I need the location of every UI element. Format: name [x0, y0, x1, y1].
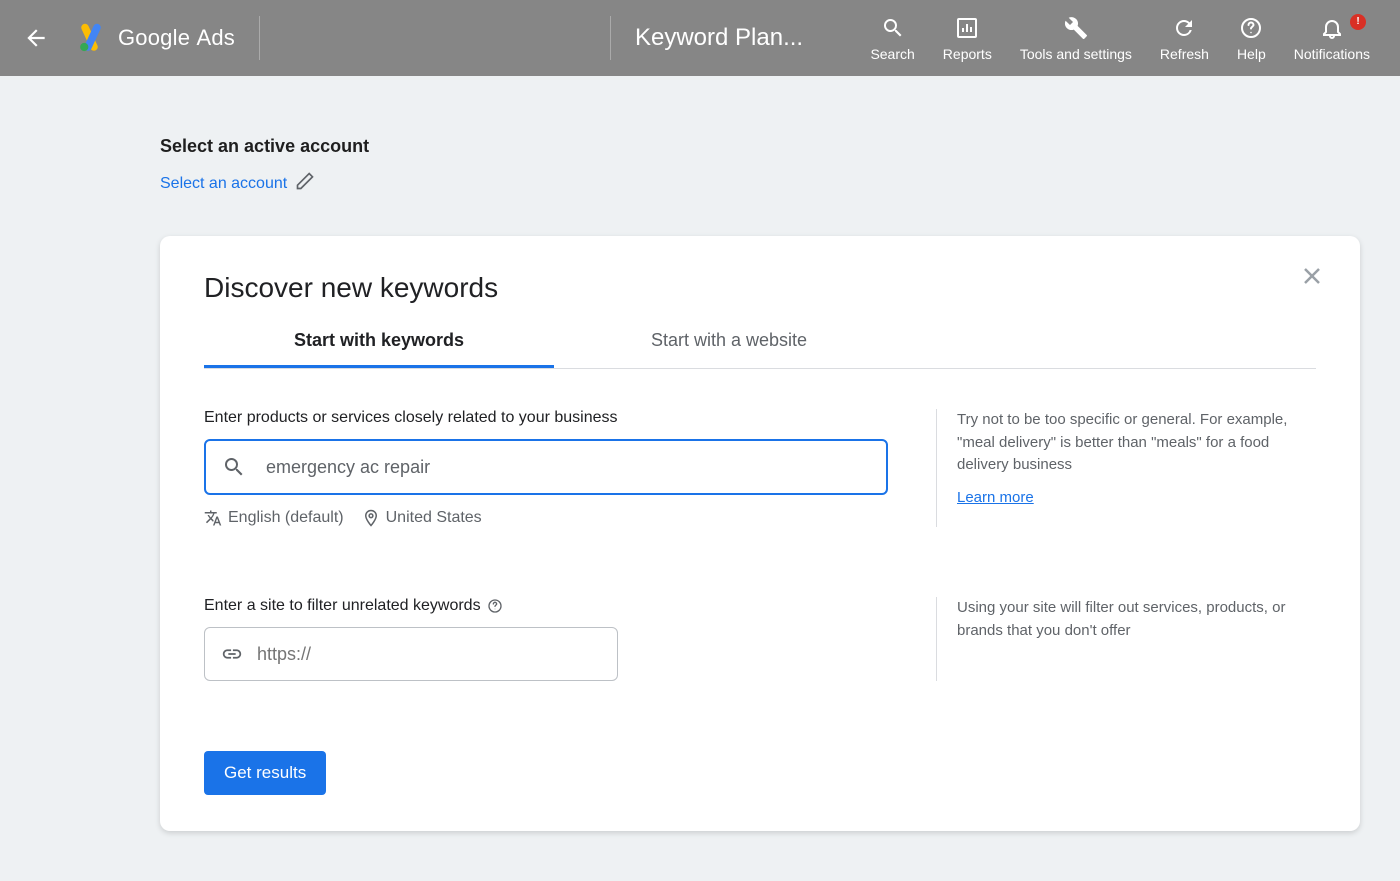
site-section: Enter a site to filter unrelated keyword…	[204, 597, 1316, 681]
edit-account-button[interactable]	[295, 171, 315, 196]
tab-website[interactable]: Start with a website	[554, 316, 904, 368]
header-search[interactable]: Search	[856, 14, 928, 63]
keywords-label: Enter products or services closely relat…	[204, 409, 916, 427]
close-button[interactable]	[1300, 264, 1324, 293]
page-title-wrap: Keyword Plan...	[610, 16, 803, 60]
refresh-icon	[1172, 16, 1196, 40]
header-reports[interactable]: Reports	[929, 14, 1006, 63]
header-refresh[interactable]: Refresh	[1146, 14, 1223, 63]
logo-text: Google Ads	[118, 25, 235, 51]
search-icon	[881, 16, 905, 40]
search-icon	[222, 455, 246, 479]
site-input[interactable]	[257, 644, 601, 665]
keywords-input-wrap[interactable]	[204, 439, 888, 495]
pencil-icon	[295, 171, 315, 191]
main-content: Select an active account Select an accou…	[0, 76, 1400, 831]
keywords-input[interactable]	[266, 457, 870, 478]
header-tools[interactable]: Tools and settings	[1006, 14, 1146, 63]
help-icon[interactable]	[487, 598, 503, 614]
select-account-link[interactable]: Select an account	[160, 175, 287, 193]
link-icon	[221, 643, 243, 665]
page-title: Keyword Plan...	[635, 24, 803, 52]
translate-icon	[204, 509, 222, 527]
bell-icon	[1320, 16, 1344, 40]
wrench-icon	[1064, 16, 1088, 40]
arrow-left-icon	[23, 25, 49, 51]
language-selector[interactable]: English (default)	[204, 509, 344, 527]
keywords-meta: English (default) United States	[204, 509, 916, 527]
language-label: English (default)	[228, 509, 344, 527]
discover-card: Discover new keywords Start with keyword…	[160, 236, 1360, 831]
account-heading: Select an active account	[160, 136, 1400, 157]
keywords-tip: Try not to be too specific or general. F…	[936, 409, 1316, 527]
header-help[interactable]: Help	[1223, 14, 1280, 63]
location-selector[interactable]: United States	[362, 509, 482, 527]
tabs: Start with keywords Start with a website	[204, 316, 1316, 369]
header-notifications[interactable]: ! Notifications	[1280, 14, 1384, 63]
reports-icon	[955, 16, 979, 40]
card-title: Discover new keywords	[204, 272, 1316, 304]
site-tip: Using your site will filter out services…	[936, 597, 1316, 681]
back-button[interactable]	[16, 25, 56, 51]
notification-badge: !	[1350, 14, 1366, 30]
location-label: United States	[386, 509, 482, 527]
app-header: Google Ads Keyword Plan... Search Report…	[0, 0, 1400, 76]
keywords-section: Enter products or services closely relat…	[204, 409, 1316, 527]
help-icon	[1239, 16, 1263, 40]
site-label: Enter a site to filter unrelated keyword…	[204, 597, 916, 615]
google-ads-logo-icon	[76, 23, 106, 53]
learn-more-link[interactable]: Learn more	[957, 487, 1034, 510]
site-tip-text: Using your site will filter out services…	[957, 597, 1316, 642]
site-input-wrap[interactable]	[204, 627, 618, 681]
header-actions: Search Reports Tools and settings Refres…	[856, 14, 1384, 63]
get-results-button[interactable]: Get results	[204, 751, 326, 795]
account-link-row: Select an account	[160, 171, 1400, 196]
location-icon	[362, 509, 380, 527]
logo[interactable]: Google Ads	[76, 16, 260, 60]
keywords-tip-text: Try not to be too specific or general. F…	[957, 409, 1316, 477]
tab-keywords[interactable]: Start with keywords	[204, 316, 554, 368]
close-icon	[1300, 264, 1324, 288]
